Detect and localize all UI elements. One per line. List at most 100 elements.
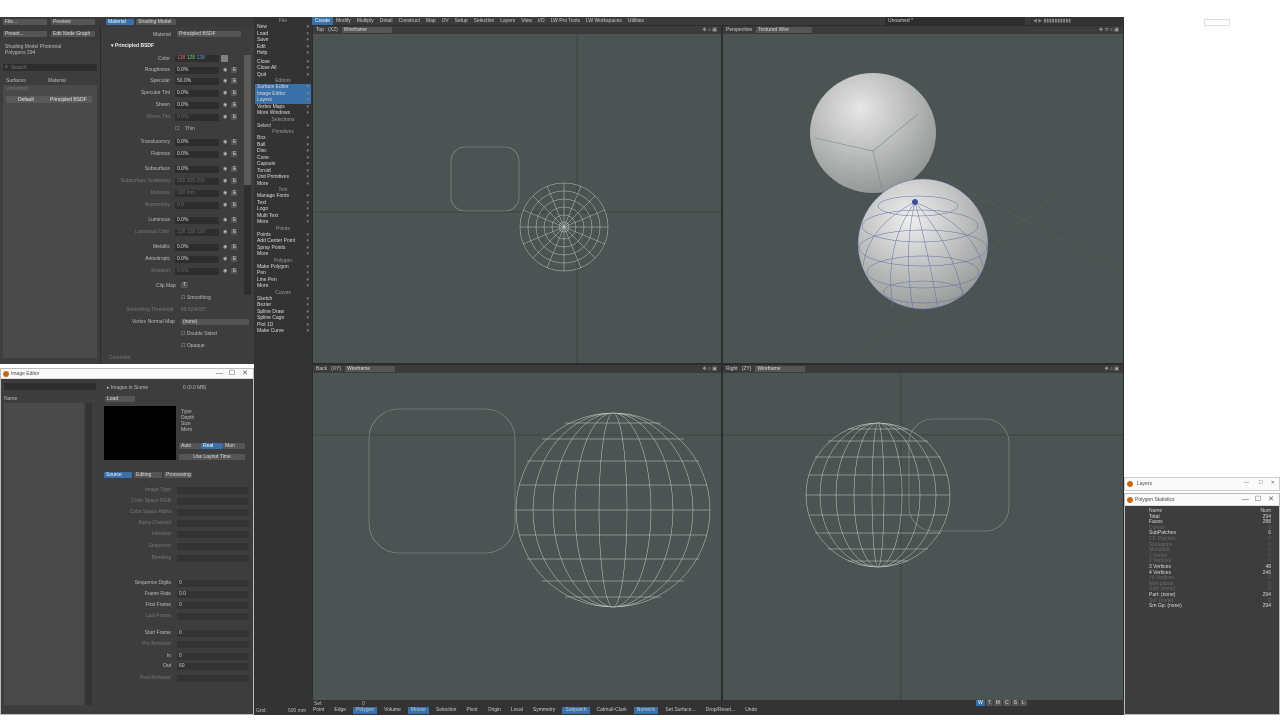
clip-map-button[interactable]: T — [181, 282, 188, 288]
status-btn-subpatch[interactable]: Subpatch — [562, 707, 590, 714]
visibility-icon[interactable]: ◉ — [223, 90, 227, 96]
visibility-icon[interactable]: ◉ — [223, 67, 227, 73]
surface-search-input[interactable]: Search ⌕ — [3, 64, 97, 71]
status-btn-symmetry[interactable]: Symmetry — [530, 707, 559, 714]
envelope-button[interactable]: E — [231, 244, 237, 250]
envelope-button[interactable]: E — [231, 139, 237, 145]
visibility-icon[interactable]: ◉ — [223, 244, 227, 250]
status-btn-selection[interactable]: Selection — [433, 707, 460, 714]
visibility-icon[interactable]: ◉ — [223, 268, 227, 274]
visibility-icon[interactable]: ◉ — [223, 190, 227, 196]
status-btn-drop-reset-[interactable]: Drop/Reset... — [703, 707, 738, 714]
envelope-button[interactable]: E — [231, 90, 237, 96]
envelope-button[interactable]: E — [231, 78, 237, 84]
status-btn-origin[interactable]: Origin — [485, 707, 504, 714]
envelope-button[interactable]: E — [231, 178, 237, 184]
tab-lw-pro-tools[interactable]: LW Pro Tools — [548, 17, 583, 25]
tab-uv[interactable]: UV — [439, 17, 452, 25]
visibility-icon[interactable]: ◉ — [223, 78, 227, 84]
visibility-icon[interactable]: ◉ — [223, 229, 227, 235]
ie-field-value[interactable] — [177, 555, 249, 562]
material-scrollbar[interactable] — [244, 55, 251, 295]
ie-field-value[interactable] — [177, 675, 249, 682]
status-btn-catmull-clark[interactable]: Catmull-Clark — [594, 707, 630, 714]
maximize-icon[interactable]: ☐ — [1259, 480, 1263, 486]
status-btn-set-surface-[interactable]: Set Surface... — [662, 707, 698, 714]
image-filter-dropdown[interactable] — [4, 383, 96, 390]
viewport-top[interactable]: Top (XZ) Wireframe ✥ ⌕ ▣ — [312, 25, 722, 364]
view-button-c[interactable]: C — [1002, 700, 1011, 706]
color-field[interactable]: 128 128 128 — [175, 55, 219, 62]
status-btn-undo[interactable]: Undo — [742, 707, 760, 714]
visibility-icon[interactable]: ◉ — [223, 102, 227, 108]
ie-field-value[interactable] — [177, 498, 249, 505]
ie-field-value[interactable] — [177, 613, 249, 620]
close-icon[interactable]: ✕ — [1268, 494, 1274, 506]
tab-setup[interactable]: Setup — [452, 17, 471, 25]
material-row-field[interactable]: 0.0% — [175, 166, 219, 173]
ie-field-value[interactable]: 0.0 — [177, 591, 249, 598]
envelope-button[interactable]: E — [231, 67, 237, 73]
material-row-field[interactable]: 0.0% — [175, 102, 219, 109]
material-dropdown[interactable]: Principled BSDF — [177, 31, 241, 37]
visibility-icon[interactable]: ◉ — [223, 202, 227, 208]
material-row-field[interactable]: 0.0% — [175, 139, 219, 146]
ie-field-value[interactable]: 0 — [177, 602, 249, 609]
visibility-icon[interactable]: ◉ — [223, 166, 227, 172]
poly-stats-titlebar[interactable]: Polygon Statistics — ☐ ✕ — [1125, 494, 1279, 506]
status-btn-mouse[interactable]: Mouse — [407, 707, 429, 714]
tab-selection[interactable]: Selection — [471, 17, 498, 25]
view-button-s[interactable]: S — [1011, 700, 1019, 706]
viewport-perspective[interactable]: Perspective Textured Wire ✥ ⟲ ⌕ ▣ — [722, 25, 1124, 364]
envelope-button[interactable]: E — [231, 102, 237, 108]
visibility-icon[interactable]: ◉ — [223, 256, 227, 262]
ie-field-value[interactable] — [177, 641, 249, 648]
material-row-field[interactable]: 0.0% — [175, 244, 219, 251]
smoothing-checkbox[interactable]: ☐ Smoothing — [181, 295, 211, 301]
color-swatch[interactable] — [221, 55, 228, 62]
image-editor-titlebar[interactable]: Image Editor — ☐ ✕ — [1, 369, 253, 379]
minimize-icon[interactable]: — — [1242, 494, 1249, 506]
envelope-button[interactable]: E — [231, 190, 237, 196]
maximize-icon[interactable]: ☐ — [229, 369, 235, 379]
window-controls[interactable]: ◀ ▶ ▮▮▮▮▮▮▮▮▮▮ — [1030, 17, 1124, 25]
status-btn-local[interactable]: Local — [508, 707, 526, 714]
status-btn-edge[interactable]: Edge — [331, 707, 349, 714]
tab-create[interactable]: Create — [312, 17, 334, 25]
material-row-field[interactable]: 0.0% — [175, 217, 219, 224]
material-row-field[interactable]: 0.0 — [175, 202, 219, 209]
surface-group[interactable]: Unnamed — [6, 86, 28, 92]
edit-node-graph-button[interactable]: Edit Node Graph — [51, 31, 95, 37]
double-sided-checkbox[interactable]: ☐ Double Sided — [181, 331, 217, 337]
visibility-icon[interactable]: ◉ — [223, 178, 227, 184]
material-row-field[interactable]: 128 128 128 — [175, 229, 219, 236]
status-btn-numeric[interactable]: Numeric — [633, 707, 659, 714]
material-row-field[interactable]: 100 mm — [175, 190, 219, 197]
material-row-field[interactable]: 0.0% — [175, 268, 219, 275]
smoothing-threshold-value[interactable]: 89.524655° — [181, 307, 207, 313]
use-layout-time-button[interactable]: Use Layout Time — [179, 454, 245, 460]
ie-field-value[interactable]: 60 — [177, 663, 249, 670]
preview-dropdown[interactable]: Preview — [51, 19, 95, 25]
envelope-button[interactable]: E — [231, 151, 237, 157]
thin-checkbox[interactable]: ☐ — [175, 126, 179, 132]
material-row-field[interactable]: 0.0% — [175, 256, 219, 263]
maximize-icon[interactable]: ☐ — [1255, 494, 1261, 506]
ie-field-value[interactable] — [177, 543, 249, 550]
status-btn-pivot[interactable]: Pivot — [463, 707, 480, 714]
envelope-button[interactable]: E — [231, 268, 237, 274]
visibility-icon[interactable]: ◉ — [223, 114, 227, 120]
real-button[interactable]: Real — [201, 443, 223, 449]
vertex-normal-dropdown[interactable]: (none) — [181, 319, 249, 325]
envelope-button[interactable]: E — [231, 229, 237, 235]
ie-field-value[interactable]: 0 — [177, 630, 249, 637]
tab-i-o[interactable]: I/O — [535, 17, 548, 25]
tab-utilities[interactable]: Utilities — [625, 17, 647, 25]
close-icon[interactable]: ✕ — [1271, 480, 1275, 486]
ie-tab-source[interactable]: Source — [104, 472, 132, 478]
viewport-right[interactable]: Right (ZY) Wireframe ✥ ⌕ ▣ — [722, 364, 1124, 715]
material-row-field[interactable]: 0.0% — [175, 114, 219, 121]
load-button[interactable]: Load — [105, 396, 135, 402]
visibility-icon[interactable]: ◉ — [223, 139, 227, 145]
envelope-button[interactable]: E — [231, 256, 237, 262]
